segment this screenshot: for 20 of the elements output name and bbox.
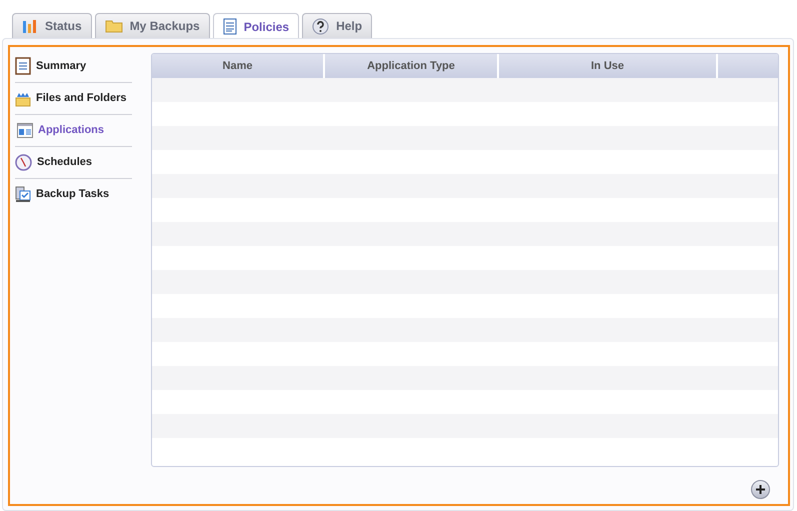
plus-icon xyxy=(755,484,766,495)
sidebar-item[interactable]: Schedules xyxy=(15,146,132,178)
help-icon xyxy=(312,18,330,34)
tab[interactable]: Policies xyxy=(212,13,300,39)
sidebar-item[interactable]: Files and Folders xyxy=(15,82,132,114)
clock-icon xyxy=(15,154,32,171)
window-icon xyxy=(17,123,33,138)
tab[interactable]: Help xyxy=(302,13,372,38)
task-list-icon xyxy=(15,186,31,203)
sidebar-item[interactable]: Summary xyxy=(15,50,132,82)
sidebar-item[interactable]: Backup Tasks xyxy=(15,178,132,210)
tab[interactable]: Status xyxy=(12,13,92,38)
document-icon xyxy=(222,18,237,35)
tab[interactable]: My Backups xyxy=(94,13,210,38)
folder-icon xyxy=(104,19,123,33)
sidebar-item[interactable]: Applications xyxy=(15,114,132,146)
document-icon xyxy=(15,57,31,75)
add-button[interactable] xyxy=(751,480,770,499)
bar-chart-icon xyxy=(22,18,38,34)
folder-files-icon xyxy=(15,90,31,106)
